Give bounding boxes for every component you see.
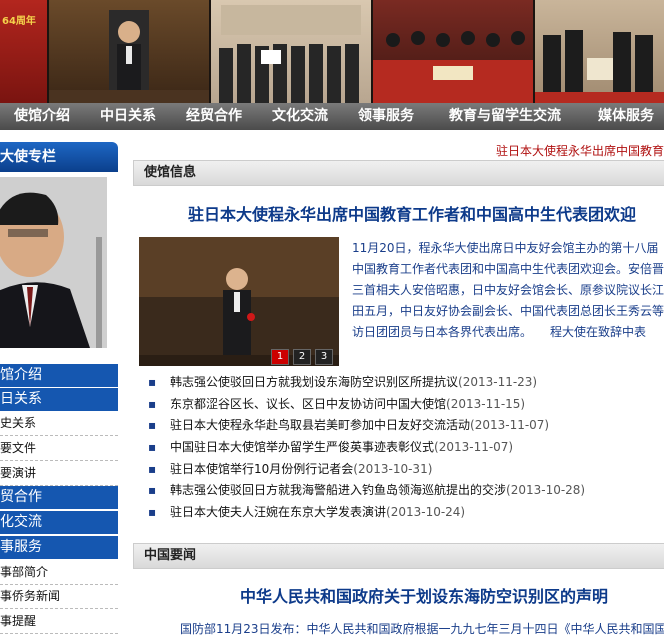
list-item[interactable]: ▪ 韩志强公使驳回日方就我划设东海防空识别区所提抗议(2013-11-23): [148, 372, 664, 394]
banner-photo-anniversary: 64周年: [0, 0, 47, 103]
featured-news-photo[interactable]: [139, 237, 339, 366]
featured-speech-figure: [139, 237, 339, 366]
bullet-icon: ▪: [148, 505, 157, 520]
bullet-icon: ▪: [148, 375, 157, 389]
news-date: (2013-11-07): [470, 418, 550, 433]
news-title: 韩志强公使驳回日方就我海警船进入钓鱼岛领海巡航提出的交涉: [170, 483, 507, 498]
bullet-icon: ▪: [148, 461, 157, 476]
sidebar-label: 要演讲: [0, 466, 37, 480]
news-date: (2013-10-28): [506, 483, 586, 498]
sidebar-item-culture[interactable]: 化交流: [0, 511, 118, 535]
featured-news-headline[interactable]: 驻日本大使程永华出席中国教育工作者和中国高中生代表团欢迎: [188, 201, 636, 225]
slide-pager-3[interactable]: 3: [315, 349, 333, 365]
banner-photo-award: [535, 0, 664, 103]
sidebar-item-consular-reminder[interactable]: 事提醒: [0, 610, 118, 634]
conference-hall-figures: [373, 31, 533, 103]
bullet-icon: ▪: [148, 418, 157, 433]
bullet-icon: ▪: [148, 440, 157, 455]
sidebar-item-relations[interactable]: 日关系: [0, 388, 118, 412]
china-news-section-header: 中国要闻: [133, 543, 664, 569]
nav-embassy-intro[interactable]: 使馆介绍: [14, 103, 70, 130]
china-news-body: 国防部11月23日发布：中华人民共和国政府根据一九九七年三月十四日《中华人民共和…: [180, 622, 664, 636]
list-item[interactable]: ▪ 韩志强公使驳回日方就我海警船进入钓鱼岛领海巡航提出的交涉(2013-10-28…: [148, 480, 664, 502]
embassy-info-section-header: 使馆信息: [133, 160, 664, 186]
slide-pager-2[interactable]: 2: [293, 349, 311, 365]
nav-media-services[interactable]: 媒体服务: [598, 103, 654, 130]
sidebar-label: 日关系: [0, 391, 42, 407]
ambassador-column-title: 大使专栏: [0, 149, 56, 165]
news-title: 驻日本使馆举行10月份例行记者会: [170, 461, 354, 476]
news-title: 东京都涩谷区长、议长、区日中友协访问中国大使馆: [170, 396, 447, 411]
sidebar-item-embassy-intro[interactable]: 馆介绍: [0, 364, 118, 388]
ambassador-portrait-figure: [0, 177, 107, 348]
news-title: 中国驻日本大使馆举办留学生严俊英事迹表彰仪式: [170, 440, 435, 455]
scrolling-news-ticker[interactable]: 驻日本大使程永华出席中国教育: [496, 142, 664, 159]
news-date: (2013-11-23): [458, 375, 538, 389]
sidebar-label: 史关系: [0, 416, 37, 430]
bullet-icon: ▪: [148, 483, 157, 498]
slide-pager-1[interactable]: 1: [271, 349, 289, 365]
section-title: 使馆信息: [144, 165, 197, 180]
news-date: (2013-11-15): [446, 396, 526, 411]
list-item[interactable]: ▪ 驻日本使馆举行10月份例行记者会(2013-10-31): [148, 459, 664, 481]
group-photo-figures: [219, 5, 361, 103]
sidebar-label: 馆介绍: [0, 367, 42, 383]
news-title: 韩志强公使驳回日方就我划设东海防空识别区所提抗议: [170, 375, 459, 389]
nav-economic-cooperation[interactable]: 经贸合作: [186, 103, 242, 130]
banner-photo-ambassador: [49, 0, 209, 103]
nav-education-students[interactable]: 教育与留学生交流: [449, 103, 561, 130]
sidebar-item-economic[interactable]: 贸合作: [0, 486, 118, 510]
ambassador-speech-figure: [49, 10, 209, 103]
sidebar-item-speeches[interactable]: 要演讲: [0, 462, 118, 486]
sidebar-label: 化交流: [0, 514, 42, 530]
nav-consular-services[interactable]: 领事服务: [358, 103, 414, 130]
list-item[interactable]: ▪ 驻日本大使程永华赴鸟取县岩美町参加中日友好交流活动(2013-11-07): [148, 415, 664, 437]
banner-anniversary-text: 64周年: [2, 16, 36, 27]
news-title: 驻日本大使程永华赴鸟取县岩美町参加中日友好交流活动: [170, 418, 471, 433]
news-title: 驻日本大使夫人汪婉在东京大学发表演讲: [170, 505, 387, 520]
banner-photo-conference: [373, 0, 533, 103]
section-title: 中国要闻: [144, 548, 197, 563]
list-item[interactable]: ▪ 中国驻日本大使馆举办留学生严俊英事迹表彰仪式(2013-11-07): [148, 437, 664, 459]
nav-cultural-exchange[interactable]: 文化交流: [272, 103, 328, 130]
ambassador-portrait[interactable]: [0, 177, 107, 348]
news-date: (2013-10-31): [353, 461, 433, 476]
main-nav: 使馆介绍 中日关系 经贸合作 文化交流 领事服务 教育与留学生交流 媒体服务: [0, 103, 664, 130]
sidebar-item-consular[interactable]: 事服务: [0, 536, 118, 560]
sidebar-label: 事侨务新闻: [0, 589, 61, 603]
list-item[interactable]: ▪ 驻日本大使夫人汪婉在东京大学发表演讲(2013-10-24): [148, 502, 664, 524]
sidebar-item-consular-news[interactable]: 事侨务新闻: [0, 585, 118, 609]
ambassador-column-header[interactable]: 大使专栏: [0, 142, 118, 172]
bullet-icon: ▪: [148, 396, 157, 411]
embassy-news-list: ▪ 韩志强公使驳回日方就我划设东海防空识别区所提抗议(2013-11-23) ▪ 东…: [148, 372, 664, 524]
news-date: (2013-11-07): [434, 440, 514, 455]
featured-news-summary: 11月20日，程永华大使出席日中友好会馆主办的第十八届中国教育工作者代表团和中国…: [352, 241, 664, 339]
sidebar-label: 要文件: [0, 441, 37, 455]
news-date: (2013-10-24): [386, 505, 466, 520]
award-ceremony-figures: [535, 30, 664, 103]
sidebar-label: 事部简介: [0, 565, 49, 579]
sidebar-item-documents[interactable]: 要文件: [0, 437, 118, 461]
sidebar-label: 事服务: [0, 539, 42, 555]
sidebar-item-consular-intro[interactable]: 事部简介: [0, 561, 118, 585]
sidebar-label: 事提醒: [0, 614, 37, 628]
banner-photo-group: [211, 0, 371, 103]
china-news-headline[interactable]: 中华人民共和国政府关于划设东海防空识别区的声明: [240, 583, 608, 607]
sidebar-label: 贸合作: [0, 489, 42, 505]
list-item[interactable]: ▪ 东京都涩谷区长、议长、区日中友协访问中国大使馆(2013-11-15): [148, 394, 664, 416]
nav-china-japan-relations[interactable]: 中日关系: [100, 103, 156, 130]
banner: 64周年: [0, 0, 664, 103]
sidebar-item-history[interactable]: 史关系: [0, 412, 118, 436]
